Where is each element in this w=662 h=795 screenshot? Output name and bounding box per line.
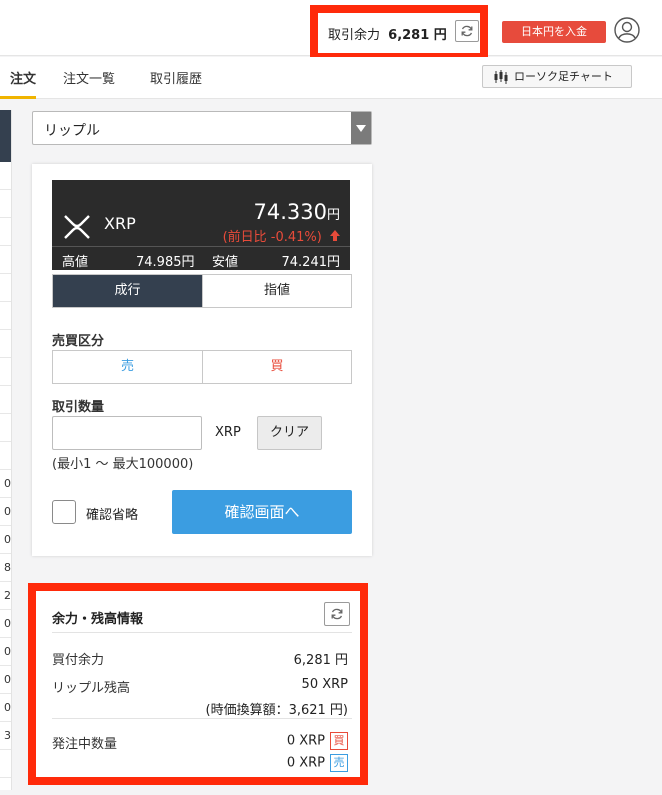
- ripple-balance-value: 50 XRP: [301, 677, 348, 692]
- left-list-row[interactable]: 0: [0, 610, 11, 638]
- pending-sell: 0 XRP 売: [287, 754, 348, 772]
- left-list-header: [0, 110, 11, 162]
- high-low-row: 高値 74.985円 安値 74.241円: [52, 246, 350, 270]
- pending-sell-value: 0 XRP: [286, 755, 325, 771]
- ticker-change-value: (前日比 -0.41%): [222, 230, 322, 245]
- left-list-row[interactable]: 2: [0, 582, 11, 610]
- buying-power-label: 買付余力: [52, 653, 105, 668]
- trading-balance-highlight: 取引余力 6,281 円: [310, 5, 488, 61]
- skip-confirmation-label: 確認省略: [86, 508, 139, 523]
- left-list-row[interactable]: [0, 302, 11, 330]
- price-ticker: XRP 74.330円 (前日比 -0.41%) 高値 74.985円 安値 7…: [52, 180, 350, 270]
- pending-quantity-label: 発注中数量: [52, 737, 118, 752]
- left-list-row[interactable]: [0, 750, 11, 778]
- candlestick-chart-button[interactable]: ローソク足チャート: [482, 65, 632, 88]
- left-list-row[interactable]: [0, 778, 11, 795]
- ripple-balance-jpy: (時価換算額：3,621 円): [205, 703, 349, 718]
- pending-buy-value: 0 XRP: [286, 733, 325, 749]
- left-list-row[interactable]: 0: [0, 694, 11, 722]
- left-list-row[interactable]: [0, 442, 11, 470]
- balance-info-title: 余力・残高情報: [52, 612, 144, 627]
- ripple-balance-label: リップル残高: [52, 681, 131, 696]
- pending-buy: 0 XRP 買: [287, 732, 348, 750]
- low-value: 74.241円: [281, 255, 341, 270]
- quantity-label: 取引数量: [52, 400, 105, 415]
- low-label: 安値: [212, 255, 239, 270]
- sell-button[interactable]: 売: [53, 351, 203, 383]
- deposit-jpy-button[interactable]: 日本円を入金: [502, 21, 606, 43]
- left-list-row[interactable]: [0, 162, 11, 190]
- tab-order-list[interactable]: 注文一覧: [63, 68, 115, 87]
- left-list-row[interactable]: [0, 274, 11, 302]
- high-label: 高値: [62, 255, 89, 270]
- ticker-symbol: XRP: [104, 214, 136, 233]
- ticker-price-value: 74.330: [253, 200, 327, 224]
- balance-info-refresh-button[interactable]: [324, 602, 350, 626]
- tab-bar: 注文 注文一覧 取引履歴 ローソク足チャート: [0, 57, 662, 99]
- left-list-row[interactable]: 0: [0, 526, 11, 554]
- xrp-logo-icon: [62, 214, 92, 244]
- left-list-row[interactable]: [0, 386, 11, 414]
- trading-balance-label: 取引余力: [328, 28, 381, 43]
- left-list-row[interactable]: [0, 358, 11, 386]
- left-price-list: 0008200003: [0, 110, 12, 790]
- trading-balance-value: 6,281 円: [388, 28, 447, 43]
- quantity-unit: XRP: [215, 425, 241, 440]
- skip-confirmation-checkbox[interactable]: [52, 500, 76, 524]
- buying-power-value: 6,281 円: [293, 653, 348, 668]
- candlestick-icon: [494, 70, 508, 84]
- side-toggle: 売 買: [52, 350, 352, 384]
- order-panel: XRP 74.330円 (前日比 -0.41%) 高値 74.985円 安値 7…: [32, 164, 372, 556]
- quantity-input[interactable]: [52, 416, 202, 450]
- divider: [52, 632, 352, 633]
- chevron-down-icon: [351, 112, 371, 144]
- left-list-row[interactable]: [0, 246, 11, 274]
- quantity-range: (最小1 〜 最大100000): [52, 457, 194, 472]
- left-list-row[interactable]: [0, 190, 11, 218]
- tab-trade-history[interactable]: 取引履歴: [150, 68, 202, 87]
- left-list-row[interactable]: 0: [0, 498, 11, 526]
- limit-order-button[interactable]: 指値: [203, 275, 351, 307]
- ticker-price-unit: 円: [326, 208, 340, 223]
- left-list-row[interactable]: [0, 218, 11, 246]
- ticker-change: (前日比 -0.41%): [223, 226, 340, 245]
- left-list-row[interactable]: 0: [0, 666, 11, 694]
- left-list-row[interactable]: 0: [0, 470, 11, 498]
- trading-balance: 取引余力 6,281 円: [328, 24, 447, 43]
- high-value: 74.985円: [136, 255, 195, 270]
- left-list-row[interactable]: 8: [0, 554, 11, 582]
- left-list-row[interactable]: [0, 330, 11, 358]
- currency-select-value: リップル: [44, 123, 100, 139]
- arrow-up-icon: [330, 230, 340, 245]
- confirm-screen-button[interactable]: 確認画面へ: [172, 490, 352, 534]
- user-account-icon[interactable]: [614, 17, 640, 47]
- tab-order[interactable]: 注文: [0, 57, 36, 99]
- order-type-toggle: 成行 指値: [52, 274, 352, 308]
- buy-tag: 買: [330, 732, 348, 750]
- left-list-row[interactable]: 3: [0, 722, 11, 750]
- left-list-row[interactable]: 0: [0, 638, 11, 666]
- buy-button[interactable]: 買: [203, 351, 351, 383]
- balance-refresh-button[interactable]: [455, 20, 479, 42]
- sell-tag: 売: [330, 754, 348, 772]
- left-list-row[interactable]: [0, 414, 11, 442]
- currency-select[interactable]: リップル: [32, 111, 372, 145]
- divider: [52, 718, 352, 719]
- candlestick-chart-label: ローソク足チャート: [514, 70, 613, 83]
- refresh-icon: [461, 25, 473, 37]
- side-label: 売買区分: [52, 334, 105, 349]
- market-order-button[interactable]: 成行: [53, 275, 203, 307]
- balance-info-panel: 余力・残高情報 買付余力 6,281 円 リップル残高 50 XRP (時価換算…: [28, 583, 368, 785]
- ticker-price: 74.330円: [254, 200, 341, 224]
- clear-button[interactable]: クリア: [257, 416, 322, 450]
- refresh-icon: [331, 608, 343, 620]
